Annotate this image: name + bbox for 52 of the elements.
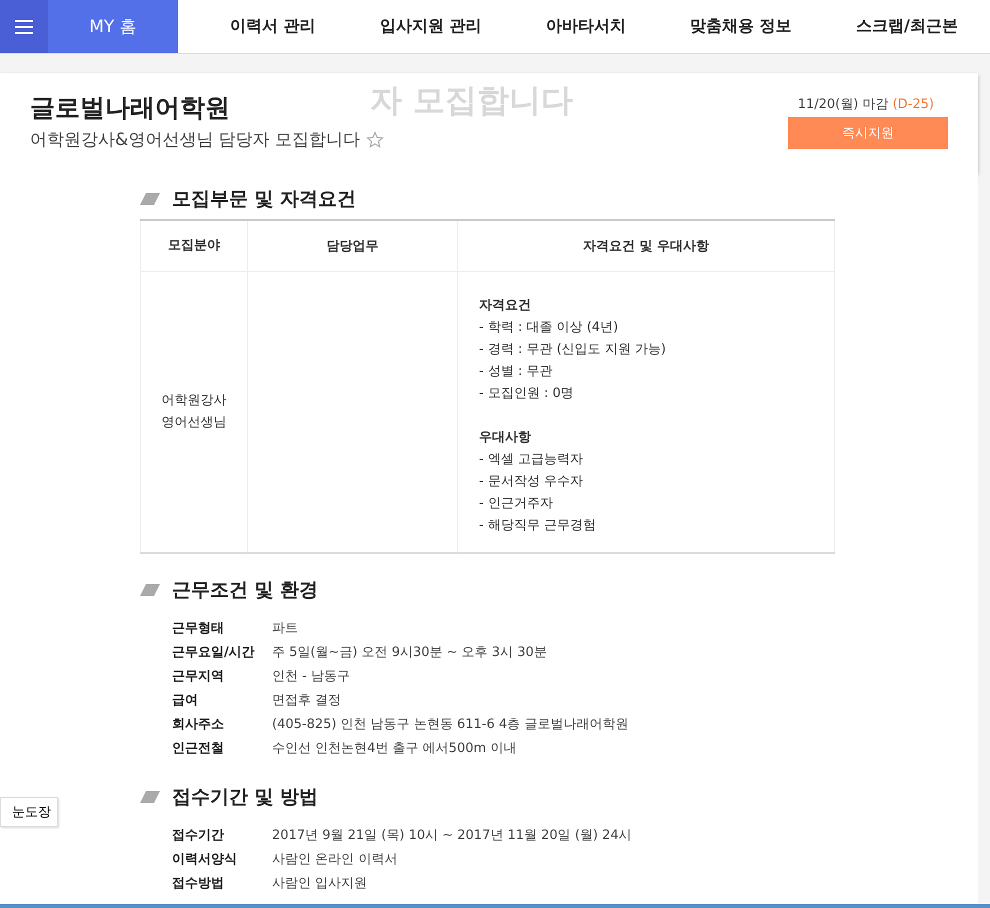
- requirement-text: - 모집인원 : 0명: [479, 385, 575, 403]
- info-label: 접수기간: [172, 827, 225, 845]
- section-heading: 근무조건 및 환경: [172, 578, 318, 603]
- requirement-text: - 인근거주자: [479, 495, 554, 513]
- job-title: 어학원강사&영어선생님 담당자 모집합니다: [30, 129, 360, 151]
- info-label: 회사주소: [172, 716, 225, 734]
- info-value: 파트: [272, 620, 298, 638]
- deadline-text: 11/20(월) 마감: [798, 97, 888, 112]
- info-value: 주 5일(월~금) 오전 9시30분 ~ 오후 3시 30분: [272, 644, 547, 662]
- requirement-text: - 해당직무 근무경험: [479, 517, 597, 535]
- column-header: 자격요건 및 우대사항: [458, 220, 834, 272]
- info-label: 인근전철: [172, 740, 225, 758]
- info-value: 인천 - 남동구: [272, 668, 350, 686]
- group-title: 자격요건: [479, 297, 532, 315]
- info-value: 2017년 9월 21일 (목) 10시 ~ 2017년 11월 20일 (월) 24시: [272, 827, 632, 845]
- heading-marker-icon: [140, 791, 160, 803]
- my-home-tab[interactable]: MY 홈: [48, 0, 178, 53]
- info-label: 근무형태: [172, 620, 225, 638]
- info-value: 수인선 인천논현4번 출구 에서500m 이내: [272, 740, 516, 758]
- nav-link[interactable]: 아바타서치: [546, 16, 626, 37]
- nav-link[interactable]: 스크랩/최근본: [856, 16, 958, 37]
- info-label: 급여: [172, 692, 199, 710]
- heading-marker-icon: [140, 193, 160, 205]
- info-label: 접수방법: [172, 875, 225, 893]
- star-icon[interactable]: [366, 130, 384, 148]
- info-value: 면접후 결정: [272, 692, 342, 710]
- requirement-text: - 엑셀 고급능력자: [479, 451, 584, 469]
- nav-link[interactable]: 입사지원 관리: [380, 16, 482, 37]
- table-cell: 어학원강사 영어선생님: [140, 272, 248, 553]
- menu-button[interactable]: [0, 0, 48, 53]
- info-value: (405-825) 인천 남동구 논현동 611-6 4층 글로벌나래어학원: [272, 716, 628, 734]
- info-value: 사람인 입사지원: [272, 875, 368, 893]
- side-button[interactable]: 눈도장: [0, 797, 58, 827]
- group-title: 우대사항: [479, 429, 532, 447]
- requirement-text: - 성별 : 무관: [479, 363, 554, 381]
- info-value: 사람인 온라인 이력서: [272, 851, 398, 869]
- info-label: 이력서양식: [172, 851, 238, 869]
- requirement-text: - 경력 : 무관 (신입도 지원 가능): [479, 341, 668, 359]
- info-label: 근무요일/시간: [172, 644, 256, 662]
- column-header: 담당업무: [248, 220, 458, 272]
- heading-marker-icon: [140, 584, 160, 596]
- section-heading: 모집부문 및 자격요건: [172, 187, 356, 212]
- column-header: 모집분야: [140, 220, 248, 272]
- company-name: 글로벌나래어학원: [30, 92, 231, 124]
- nav-link[interactable]: 맞춤채용 정보: [690, 16, 792, 37]
- menu-icon: [15, 20, 33, 34]
- requirement-text: - 학력 : 대졸 이상 (4년): [479, 319, 620, 337]
- nav-link[interactable]: 이력서 관리: [230, 16, 316, 37]
- info-label: 근무지역: [172, 668, 225, 686]
- requirement-text: - 문서작성 우수자: [479, 473, 584, 491]
- d-day-count: (D-25): [892, 97, 934, 112]
- section-heading: 접수기간 및 방법: [172, 785, 318, 810]
